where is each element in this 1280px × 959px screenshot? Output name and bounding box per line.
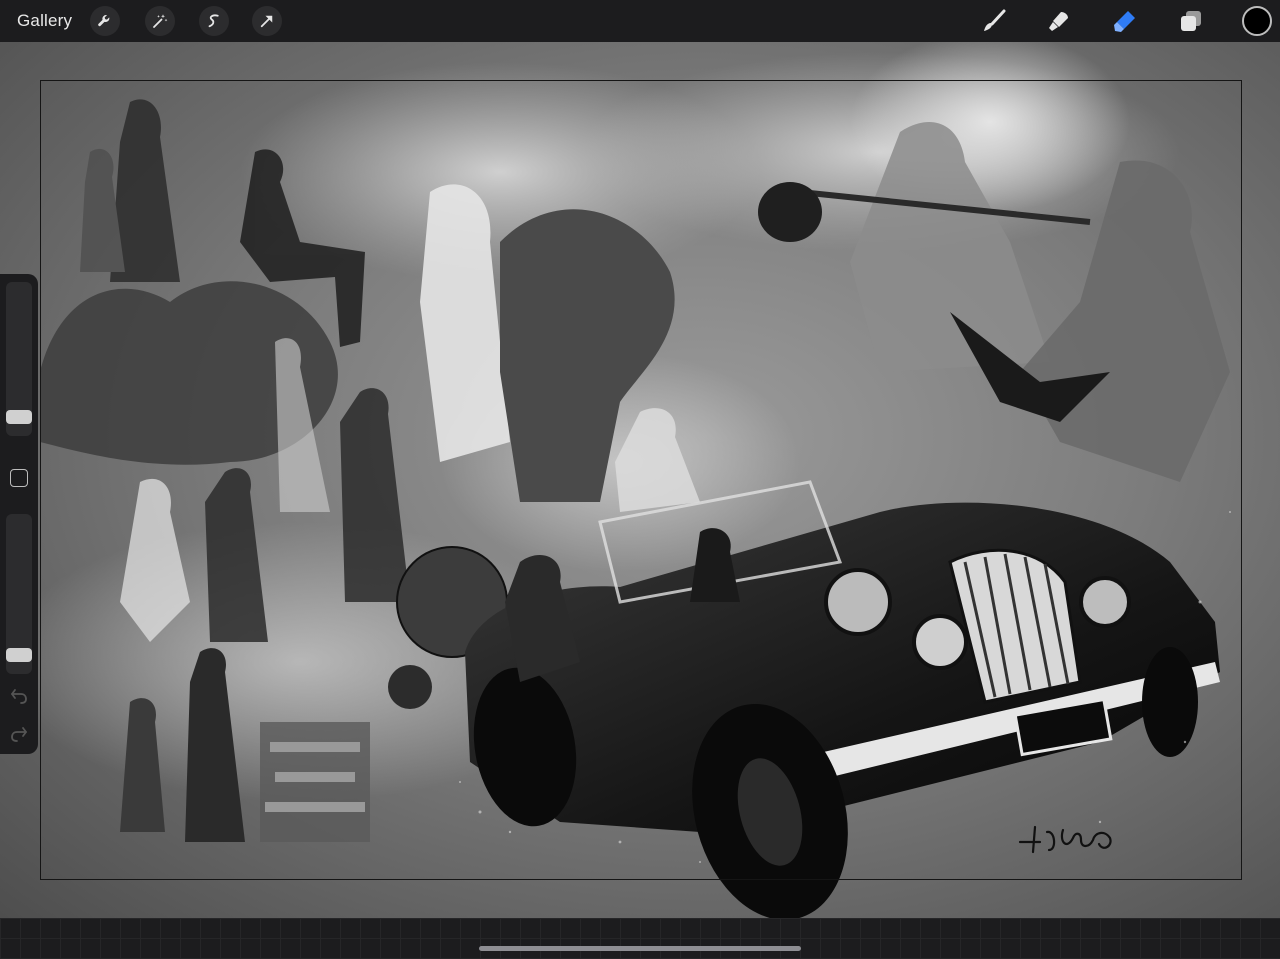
left-sidebar bbox=[0, 274, 38, 754]
eraser-icon bbox=[1114, 11, 1135, 32]
wrench-icon bbox=[98, 15, 110, 27]
color-picker-button[interactable] bbox=[1242, 6, 1272, 36]
brush-size-slider[interactable] bbox=[6, 282, 32, 436]
brush-opacity-thumb[interactable] bbox=[6, 647, 32, 662]
signature bbox=[1018, 825, 1112, 854]
drawing-canvas[interactable] bbox=[0, 42, 1280, 918]
canvas-grid-strip bbox=[0, 918, 1280, 959]
layers-button[interactable] bbox=[1174, 4, 1208, 38]
magic-wand-icon bbox=[153, 14, 168, 28]
redo-button[interactable] bbox=[9, 724, 29, 744]
actions-button[interactable] bbox=[90, 6, 120, 36]
eraser-tool-button[interactable] bbox=[1108, 4, 1142, 38]
brush-size-thumb[interactable] bbox=[6, 410, 32, 425]
smudge-icon bbox=[1049, 12, 1068, 31]
selection-icon bbox=[208, 14, 219, 28]
undo-button[interactable] bbox=[9, 686, 29, 706]
adjustments-button[interactable] bbox=[145, 6, 175, 36]
layers-icon bbox=[1181, 11, 1201, 31]
modify-button[interactable] bbox=[10, 469, 28, 487]
transform-button[interactable] bbox=[252, 6, 282, 36]
undo-icon bbox=[10, 689, 27, 704]
artwork-border bbox=[40, 80, 1242, 880]
transform-arrow-icon bbox=[260, 15, 273, 28]
selection-button[interactable] bbox=[199, 6, 229, 36]
top-toolbar: Gallery bbox=[0, 0, 1280, 42]
smudge-tool-button[interactable] bbox=[1042, 4, 1076, 38]
brush-icon bbox=[984, 9, 1006, 31]
gallery-button[interactable]: Gallery bbox=[17, 11, 72, 31]
home-indicator[interactable] bbox=[479, 946, 801, 951]
brush-tool-button[interactable] bbox=[977, 4, 1011, 38]
brush-opacity-slider[interactable] bbox=[6, 514, 32, 674]
redo-icon bbox=[11, 727, 28, 742]
